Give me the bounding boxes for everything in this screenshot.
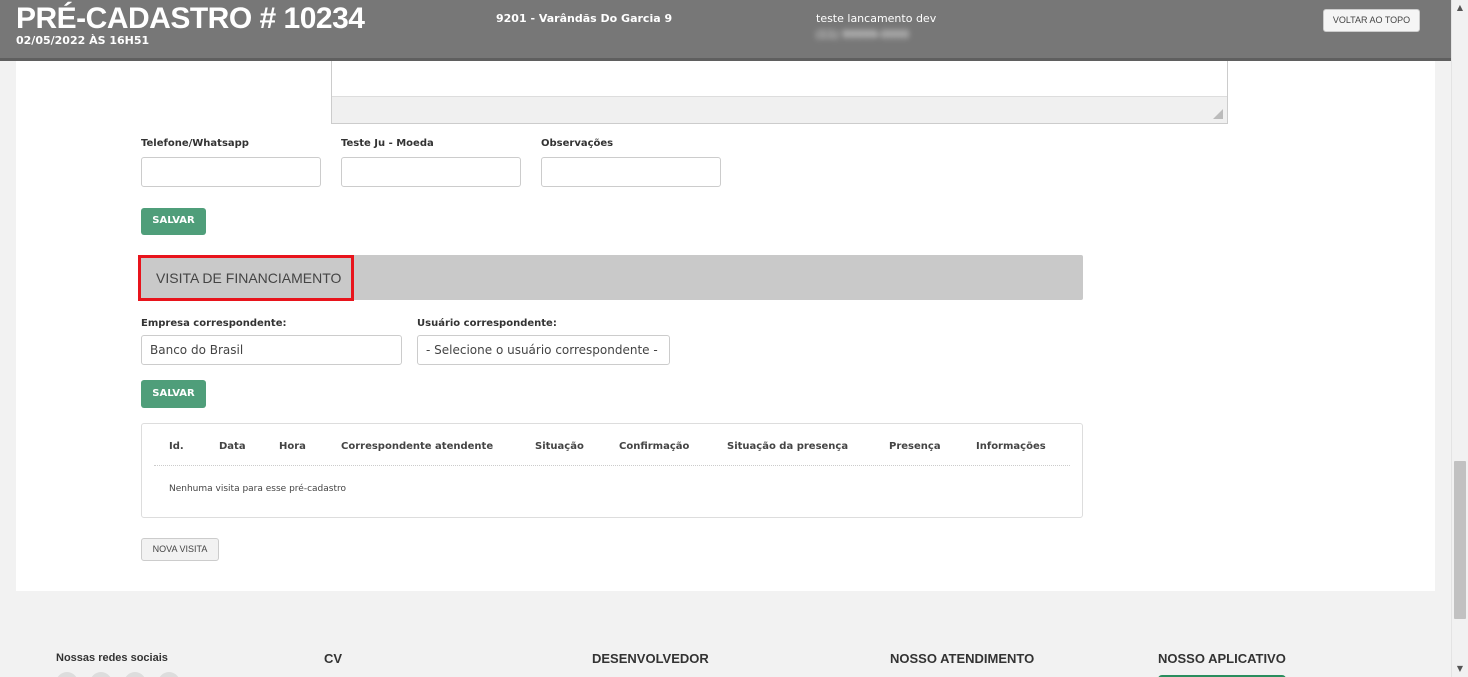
column-header-informacoes: Informações [976, 441, 1046, 452]
observacoes-label: Observações [541, 138, 614, 149]
column-header-correspondente: Correspondente atendente [341, 441, 494, 452]
save-button[interactable]: SALVAR [141, 208, 206, 235]
footer-dev-title: DESENVOLVEDOR [592, 651, 709, 666]
column-header-hora: Hora [279, 441, 306, 452]
page-scrollbar[interactable]: ▲ ▼ [1451, 0, 1468, 677]
observacoes-editor[interactable] [331, 61, 1228, 124]
empresa-label: Empresa correspondente: [141, 318, 287, 329]
editor-status-bar [332, 96, 1227, 123]
back-to-top-button[interactable]: VOLTAR AO TOPO [1323, 9, 1420, 32]
usuario-label: Usuário correspondente: [417, 318, 557, 329]
section-title-visita: VISITA DE FINANCIAMENTO [138, 255, 354, 301]
visits-table: Id. Data Hora Correspondente atendente S… [141, 423, 1083, 518]
empresa-input[interactable]: Banco do Brasil [141, 335, 402, 365]
scrollbar-thumb[interactable] [1454, 461, 1466, 619]
scroll-up-arrow-icon[interactable]: ▲ [1452, 0, 1468, 16]
footer-social-title: Nossas redes sociais [56, 652, 168, 664]
new-visit-button[interactable]: NOVA VISITA [141, 538, 219, 561]
moeda-input[interactable] [341, 157, 521, 187]
column-header-id: Id. [169, 441, 184, 452]
save-visit-button[interactable]: SALVAR [141, 380, 206, 408]
empreendimento-name: 9201 - Varândãs Do Garcia 9 [496, 12, 673, 25]
moeda-label: Teste Ju - Moeda [341, 138, 434, 149]
telefone-label: Telefone/Whatsapp [141, 138, 249, 149]
column-header-confirmacao: Confirmação [619, 441, 690, 452]
column-header-presenca: Presença [889, 441, 941, 452]
column-header-situacao: Situação [535, 441, 584, 452]
client-name: teste lancamento dev [816, 12, 937, 25]
observacoes-input[interactable] [541, 157, 721, 187]
footer-atendimento-title: NOSSO ATENDIMENTO [890, 651, 1035, 666]
resize-grip-icon[interactable] [1213, 109, 1223, 119]
column-header-data: Data [219, 441, 246, 452]
table-divider [154, 465, 1070, 466]
social-linkedin-icon[interactable] [124, 672, 146, 677]
pre-cadastro-date: 02/05/2022 ÀS 16H51 [16, 34, 150, 47]
client-phone-blurred: (11) 99999-0000 [816, 28, 910, 41]
scroll-down-arrow-icon[interactable]: ▼ [1452, 661, 1468, 677]
column-header-situacao-presenca: Situação da presença [727, 441, 849, 452]
telefone-input[interactable] [141, 157, 321, 187]
social-facebook-icon[interactable] [56, 672, 78, 677]
footer-app-title: NOSSO APLICATIVO [1158, 651, 1286, 666]
usuario-select[interactable]: - Selecione o usuário correspondente - [417, 335, 670, 365]
footer-cv-title: CV [324, 651, 343, 666]
social-youtube-icon[interactable] [158, 672, 180, 677]
page-title: PRÉ-CADASTRO # 10234 [16, 2, 365, 35]
top-header-bar: PRÉ-CADASTRO # 10234 02/05/2022 ÀS 16H51… [0, 0, 1451, 61]
empty-table-message: Nenhuma visita para esse pré-cadastro [169, 484, 346, 494]
social-instagram-icon[interactable] [90, 672, 112, 677]
